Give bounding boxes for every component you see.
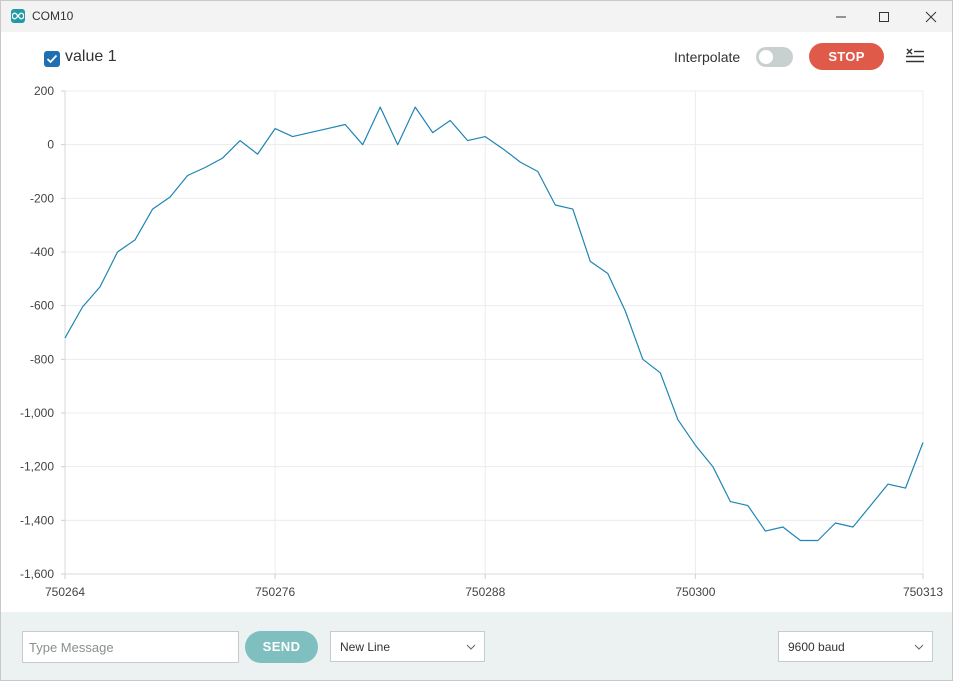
- interpolate-toggle[interactable]: [756, 47, 793, 67]
- y-tick-label: 0: [47, 138, 54, 152]
- y-tick-label: -800: [30, 352, 54, 366]
- interpolate-label: Interpolate: [674, 49, 741, 65]
- baud-rate-select[interactable]: 9600 baud: [778, 631, 933, 662]
- line-ending-value: New Line: [340, 640, 391, 654]
- x-tick-label: 750313: [903, 585, 943, 599]
- toggle-knob: [759, 50, 773, 64]
- y-tick-label: -1,600: [20, 567, 54, 581]
- y-tick-label: -200: [30, 191, 54, 205]
- y-axis-ticks: 200 0 -200 -400 -600 -800 -1,000 -1,200 -1,400 -1…: [20, 84, 65, 581]
- x-tick-label: 750288: [465, 585, 505, 599]
- series-layer: [64, 106, 924, 542]
- x-tick-label: 750264: [45, 585, 85, 599]
- series-line-value-1: [64, 106, 924, 542]
- series-label[interactable]: value 1: [65, 48, 117, 66]
- stop-button[interactable]: STOP: [809, 43, 884, 70]
- chevron-down-icon: [914, 644, 924, 650]
- arduino-infinity-icon: [11, 9, 25, 23]
- x-tick-label: 750276: [255, 585, 295, 599]
- line-ending-select[interactable]: New Line: [330, 631, 485, 662]
- plot-area: 200 0 -200 -400 -600 -800 -1,000 -1,200 -1,400 -1…: [1, 82, 952, 612]
- y-tick-label: -400: [30, 245, 54, 259]
- checkmark-icon: [46, 54, 58, 64]
- plotter-toolbar: value 1 Interpolate STOP: [1, 32, 952, 82]
- title-bar: COM10: [1, 1, 952, 32]
- x-axis-ticks: 750264 750276 750288 750300 750313: [45, 574, 943, 599]
- serial-plotter-window: COM10 value 1 Interpolate STOP 2000-20: [0, 0, 953, 681]
- minimize-button[interactable]: [818, 1, 864, 32]
- close-button[interactable]: [908, 1, 952, 32]
- message-input[interactable]: [22, 631, 239, 663]
- y-tick-label: -1,200: [20, 460, 54, 474]
- y-tick-label: -600: [30, 299, 54, 313]
- grid-lines: [64, 90, 924, 575]
- line-chart: 200 0 -200 -400 -600 -800 -1,000 -1,200 -1,400 -1…: [20, 84, 943, 599]
- minimize-icon: [836, 16, 846, 18]
- close-icon: [925, 11, 937, 23]
- clear-list-icon[interactable]: [905, 47, 925, 65]
- maximize-icon: [879, 12, 889, 22]
- chevron-down-icon: [466, 644, 476, 650]
- x-tick-label: 750300: [675, 585, 715, 599]
- maximize-button[interactable]: [861, 1, 907, 32]
- message-bar: SEND New Line 9600 baud: [1, 612, 952, 680]
- y-tick-label: -1,000: [20, 406, 54, 420]
- y-tick-label: 200: [34, 84, 54, 98]
- y-tick-label: -1,400: [20, 513, 54, 527]
- series-checkbox[interactable]: [44, 51, 60, 67]
- baud-rate-value: 9600 baud: [788, 640, 845, 654]
- window-title: COM10: [32, 9, 74, 23]
- send-button[interactable]: SEND: [245, 631, 318, 663]
